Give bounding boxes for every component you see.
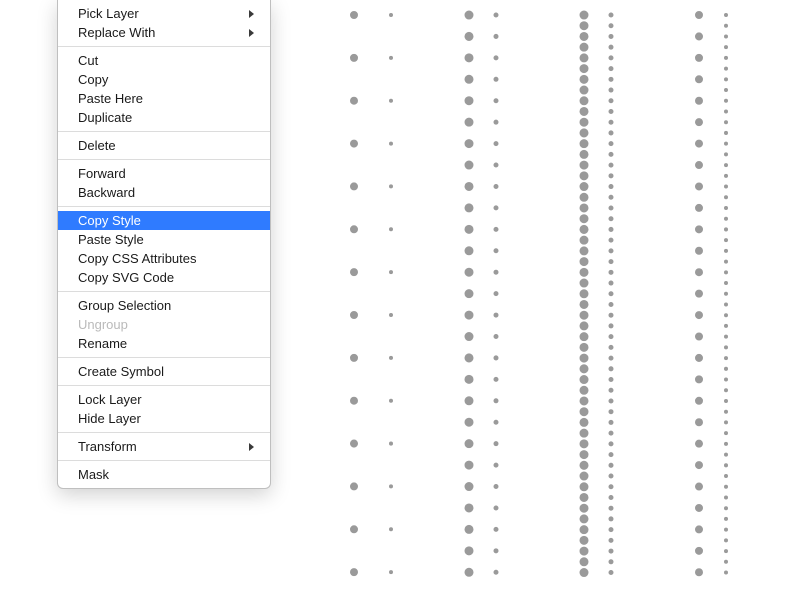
- menu-item-create-symbol[interactable]: Create Symbol: [58, 362, 270, 381]
- menu-item-label: Cut: [78, 53, 250, 68]
- menu-separator: [58, 46, 270, 47]
- menu-item-label: Copy Style: [78, 213, 250, 228]
- menu-item-label: Ungroup: [78, 317, 250, 332]
- menu-item-label: Paste Here: [78, 91, 250, 106]
- menu-item-label: Replace With: [78, 25, 249, 40]
- menu-item-label: Rename: [78, 336, 250, 351]
- menu-item-ungroup: Ungroup: [58, 315, 270, 334]
- menu-item-label: Pick Layer: [78, 6, 249, 21]
- menu-item-paste-style[interactable]: Paste Style: [58, 230, 270, 249]
- menu-item-duplicate[interactable]: Duplicate: [58, 108, 270, 127]
- menu-item-pick-layer[interactable]: Pick Layer: [58, 4, 270, 23]
- menu-item-backward[interactable]: Backward: [58, 183, 270, 202]
- menu-item-copy[interactable]: Copy: [58, 70, 270, 89]
- menu-separator: [58, 131, 270, 132]
- menu-separator: [58, 159, 270, 160]
- menu-separator: [58, 357, 270, 358]
- menu-item-label: Duplicate: [78, 110, 250, 125]
- menu-item-label: Forward: [78, 166, 250, 181]
- menu-item-label: Create Symbol: [78, 364, 250, 379]
- menu-separator: [58, 291, 270, 292]
- menu-item-label: Hide Layer: [78, 411, 250, 426]
- menu-item-cut[interactable]: Cut: [58, 51, 270, 70]
- menu-item-lock-layer[interactable]: Lock Layer: [58, 390, 270, 409]
- menu-item-label: Delete: [78, 138, 250, 153]
- menu-separator: [58, 432, 270, 433]
- menu-item-label: Copy CSS Attributes: [78, 251, 250, 266]
- menu-item-label: Group Selection: [78, 298, 250, 313]
- menu-item-copy-css[interactable]: Copy CSS Attributes: [58, 249, 270, 268]
- menu-item-label: Paste Style: [78, 232, 250, 247]
- context-menu: Pick Layer Replace With Cut Copy Paste Here D…: [57, 0, 271, 489]
- menu-item-delete[interactable]: Delete: [58, 136, 270, 155]
- menu-item-hide-layer[interactable]: Hide Layer: [58, 409, 270, 428]
- menu-item-label: Backward: [78, 185, 250, 200]
- menu-separator: [58, 385, 270, 386]
- menu-item-transform[interactable]: Transform: [58, 437, 270, 456]
- menu-item-copy-svg[interactable]: Copy SVG Code: [58, 268, 270, 287]
- menu-item-paste-here[interactable]: Paste Here: [58, 89, 270, 108]
- menu-separator: [58, 206, 270, 207]
- menu-item-rename[interactable]: Rename: [58, 334, 270, 353]
- menu-item-replace-with[interactable]: Replace With: [58, 23, 270, 42]
- menu-item-label: Lock Layer: [78, 392, 250, 407]
- menu-item-label: Copy SVG Code: [78, 270, 250, 285]
- menu-separator: [58, 460, 270, 461]
- menu-item-label: Mask: [78, 467, 250, 482]
- menu-item-mask[interactable]: Mask: [58, 465, 270, 484]
- menu-item-group-selection[interactable]: Group Selection: [58, 296, 270, 315]
- menu-item-copy-style[interactable]: Copy Style: [58, 211, 270, 230]
- menu-item-label: Copy: [78, 72, 250, 87]
- menu-item-label: Transform: [78, 439, 249, 454]
- menu-item-forward[interactable]: Forward: [58, 164, 270, 183]
